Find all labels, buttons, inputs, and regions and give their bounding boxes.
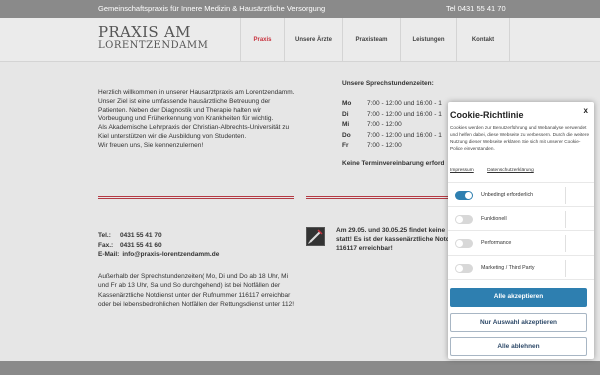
cookie-category-required: Unbedingt erforderlich [448, 182, 594, 207]
hours-day: Do [342, 131, 351, 139]
welcome-paragraph-2: Als Akademische Lehrpraxis der Christian… [98, 124, 290, 140]
toggle-performance[interactable] [455, 239, 473, 248]
hours-time: 7:00 - 12:00 [367, 121, 402, 128]
cookie-links: Impressum Datenschutzerklärung [450, 168, 546, 173]
fax-number: 0431 55 41 60 [120, 241, 162, 249]
hours-time: 7:00 - 12:00 [367, 142, 402, 149]
hours-row: Mi 7:00 - 12:00 [342, 120, 462, 131]
hours-day: Mi [342, 121, 350, 128]
toggle-marketing[interactable] [455, 263, 473, 273]
toggle-label: Unbedingt erforderlich [481, 192, 534, 198]
email-label: E-Mail: [98, 251, 120, 258]
datenschutz-link[interactable]: Datenschutzerklärung [487, 168, 534, 173]
contact-phone-line: Tel.: 0431 55 41 70 [98, 231, 298, 241]
logo-line-2: LORENTZENDAMM [98, 40, 209, 51]
cookie-dialog: x Cookie-Richtlinie Cookies werden zur B… [448, 102, 594, 359]
hours-row: Fr 7:00 - 12:00 [342, 141, 462, 152]
hours-row: Di 7:00 - 12:00 und 16:00 - 1 [342, 110, 462, 121]
hours-time: 7:00 - 12:00 und 16:00 - 1 [367, 131, 442, 139]
hours-day: Fr [342, 142, 349, 149]
cookie-description: Cookies werden zur Benutzerführung und W… [450, 125, 590, 151]
cookie-categories: Unbedingt erforderlich Funktionell Perfo… [448, 182, 594, 280]
cookie-category-performance: Performance [448, 231, 594, 256]
nav-item-leistungen[interactable]: Leistungen [400, 18, 456, 62]
closure-notice: Am 29.05. und 30.05.25 findet keine stat… [336, 227, 450, 252]
nav-item-unsere-aerzte[interactable]: Unsere Ärzte [284, 18, 342, 62]
hours-time: 7:00 - 12:00 und 16:00 - 1 [367, 110, 442, 118]
fax-label: Fax.: [98, 241, 114, 249]
nav-item-kontakt[interactable]: Kontakt [456, 18, 510, 62]
accept-all-button[interactable]: Alle akzeptieren [450, 288, 587, 307]
hours-day: Mo [342, 100, 352, 107]
hours-row: Do 7:00 - 12:00 und 16:00 - 1 [342, 131, 462, 142]
phone-number[interactable]: 0431 55 41 70 [120, 231, 162, 241]
nav-item-praxis[interactable]: Praxis [240, 18, 284, 62]
impressum-link[interactable]: Impressum [450, 168, 474, 173]
cookie-category-marketing: Marketing / Third Party [448, 256, 594, 280]
accept-selection-button[interactable]: Nur Auswahl akzeptieren [450, 313, 587, 332]
hours-day: Di [342, 110, 349, 118]
hours-time: 7:00 - 12:00 und 16:00 - 1 [367, 100, 442, 107]
cookie-title: Cookie-Richtlinie [450, 110, 524, 120]
site-header: PRAXIS AM LORENTZENDAMM Praxis Unsere Är… [0, 18, 600, 62]
hours-row: Mo 7:00 - 12:00 und 16:00 - 1 [342, 99, 462, 110]
contact-email-line: E-Mail: info@praxis-lorentzendamm.de [98, 250, 298, 260]
email-link[interactable]: info@praxis-lorentzendamm.de [122, 250, 219, 260]
appointment-note: Keine Terminvereinbarung erforde [342, 159, 444, 167]
practice-tagline: Gemeinschaftspraxis für Innere Medizin &… [98, 4, 326, 13]
toggle-label: Performance [481, 240, 512, 246]
cookie-category-functional: Funktionell [448, 207, 594, 231]
welcome-paragraph-1: Herzlich willkommen in unserer Hausarztp… [98, 89, 295, 123]
toggle-label: Funktionell [481, 215, 507, 222]
site-logo[interactable]: PRAXIS AM LORENTZENDAMM [98, 25, 208, 51]
toggle-required[interactable] [455, 191, 473, 200]
footer-bar [0, 361, 600, 375]
office-hours: Unsere Sprechstundenzeiten: Mo 7:00 - 12:… [342, 80, 462, 167]
header-phone[interactable]: Tel 0431 55 41 70 [446, 4, 506, 13]
top-info-bar: Gemeinschaftspraxis für Innere Medizin &… [0, 0, 600, 18]
emergency-info: Außerhalb der Sprechstundenzeiten( Mo, D… [98, 272, 295, 309]
main-nav: Praxis Unsere Ärzte Praxisteam Leistunge… [240, 18, 510, 62]
welcome-text: Herzlich willkommen in unserer Hausarztp… [98, 89, 298, 151]
reject-all-button[interactable]: Alle ablehnen [450, 337, 587, 356]
contact-block: Tel.: 0431 55 41 70 Fax.: 0431 55 41 60 E-… [98, 231, 298, 310]
section-divider-right [306, 196, 448, 199]
office-hours-title: Unsere Sprechstundenzeiten: [342, 80, 434, 87]
toggle-functional[interactable] [455, 214, 473, 224]
phone-label: Tel.: [98, 232, 111, 239]
section-divider-left [98, 196, 294, 199]
welcome-paragraph-3: Wir freuen uns, Sie kennenzulernen! [98, 141, 204, 149]
close-icon[interactable]: x [584, 106, 588, 115]
logo-line-1: PRAXIS AM [98, 23, 191, 41]
syringe-icon [306, 227, 325, 246]
contact-fax-line: Fax.: 0431 55 41 60 [98, 241, 298, 251]
nav-item-praxisteam[interactable]: Praxisteam [342, 18, 400, 62]
toggle-label: Marketing / Third Party [481, 264, 535, 271]
